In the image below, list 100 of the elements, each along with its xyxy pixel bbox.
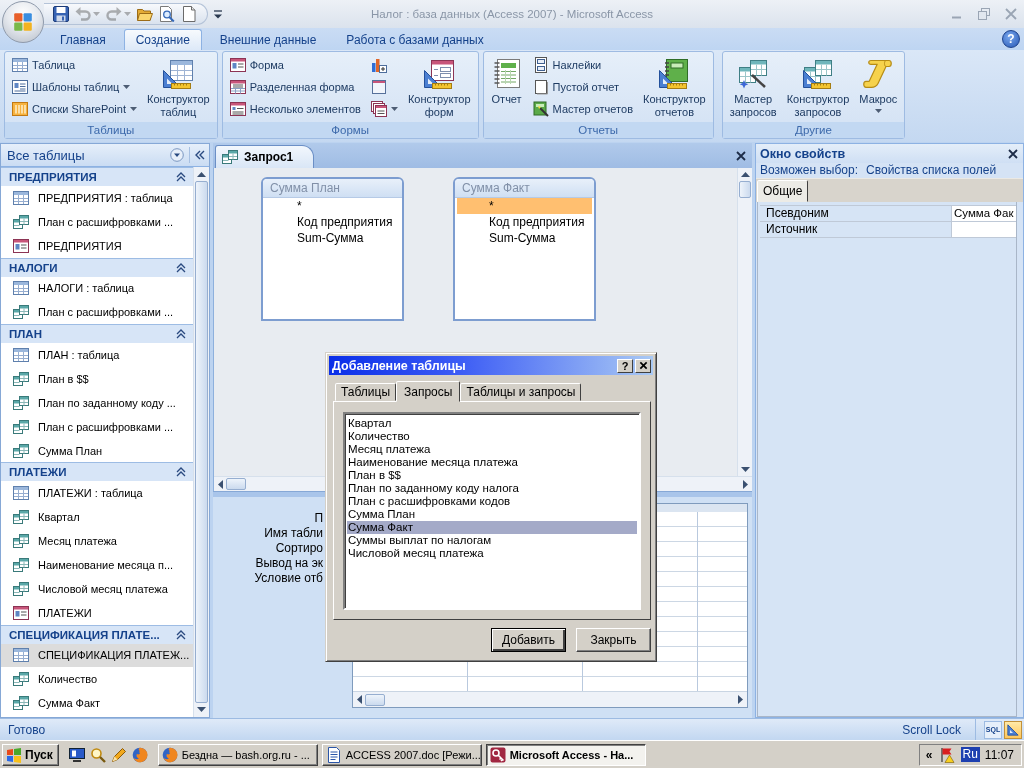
ribbon-tab[interactable]: Внешние данные bbox=[207, 29, 329, 50]
magnifier-page-icon[interactable] bbox=[159, 6, 175, 22]
close-button[interactable] bbox=[635, 358, 651, 373]
warning-flag-icon[interactable] bbox=[939, 746, 956, 763]
property-value-field[interactable] bbox=[952, 222, 1016, 237]
nav-pane-title[interactable]: Все таблицы bbox=[7, 147, 165, 163]
dialog-tab[interactable]: Таблицы и запросы bbox=[460, 383, 582, 401]
list-item[interactable]: Наименование месяца платежа bbox=[347, 456, 637, 469]
list-item[interactable]: План по заданному коду налога bbox=[347, 482, 637, 495]
nav-item[interactable]: Количество bbox=[1, 667, 193, 692]
scrollbar-thumb[interactable] bbox=[739, 181, 751, 198]
field-list[interactable]: Сумма Факт * Код предприятия Sum-Сумма bbox=[453, 177, 596, 321]
right-arrow-icon[interactable] bbox=[738, 695, 743, 704]
ribbon-button[interactable] bbox=[368, 98, 400, 120]
dialog-tab[interactable]: Запросы bbox=[396, 381, 461, 402]
ribbon-button[interactable]: Форма bbox=[227, 54, 363, 76]
property-value-field[interactable]: Сумма Фак bbox=[952, 206, 1016, 221]
monitor-icon[interactable] bbox=[68, 746, 85, 763]
ribbon-tab[interactable]: Создание bbox=[123, 29, 202, 50]
ribbon-tab[interactable]: Главная bbox=[48, 29, 118, 50]
document-tab[interactable]: Запрос1 bbox=[215, 145, 315, 168]
nav-item[interactable]: План с расшифровками ... bbox=[1, 209, 193, 234]
list-item[interactable]: Числовой месяц платежа bbox=[347, 547, 637, 560]
nav-item[interactable]: План с расшифровками ... bbox=[1, 300, 193, 325]
close-icon[interactable] bbox=[1008, 148, 1018, 159]
list-item[interactable]: Суммы выплат по налогам bbox=[347, 534, 637, 547]
double-chevron-up-icon[interactable] bbox=[176, 262, 186, 273]
nav-item[interactable]: План в $$ bbox=[1, 367, 193, 391]
scrollbar[interactable] bbox=[353, 691, 747, 707]
dialog-button[interactable]: Добавить bbox=[491, 628, 566, 652]
list-item[interactable]: Количество bbox=[347, 430, 637, 443]
blank-page-icon[interactable] bbox=[181, 6, 197, 22]
ribbon-button[interactable]: Макрос bbox=[857, 54, 900, 113]
ribbon-button[interactable]: Шаблоны таблиц bbox=[10, 76, 139, 98]
ribbon-button[interactable]: Конструктор запросов bbox=[784, 54, 852, 119]
ribbon-button[interactable]: Мастер запросов bbox=[727, 54, 779, 119]
group-header[interactable]: ПРЕДПРИЯТИЯ bbox=[1, 167, 193, 186]
field-item[interactable]: Sum-Сумма bbox=[457, 230, 592, 246]
dialog-button[interactable]: Закрыть bbox=[576, 628, 651, 652]
ribbon-button[interactable]: Конструктор таблиц bbox=[145, 54, 212, 119]
nav-item[interactable]: ПЛАТЕЖИ bbox=[1, 600, 193, 625]
folder-icon[interactable] bbox=[137, 6, 153, 22]
ribbon-button[interactable]: Наклейки bbox=[530, 54, 635, 76]
pencil-icon[interactable] bbox=[110, 746, 127, 763]
ribbon-button[interactable]: Мастер отчетов bbox=[530, 98, 635, 120]
left-arrow-icon[interactable] bbox=[357, 695, 362, 704]
property-tab[interactable]: Общие bbox=[757, 180, 809, 202]
nav-item[interactable]: ПЛАТЕЖИ : таблица bbox=[1, 481, 193, 506]
double-chevron-up-icon[interactable] bbox=[176, 172, 186, 182]
nav-item[interactable]: План с расшифровками ... bbox=[1, 414, 193, 439]
ribbon-button[interactable]: Разделенная форма bbox=[227, 76, 363, 98]
scrollbar-thumb[interactable] bbox=[365, 693, 385, 706]
scrollbar[interactable] bbox=[737, 168, 752, 476]
help-button[interactable]: ? bbox=[617, 358, 633, 373]
left-arrow-icon[interactable] bbox=[218, 479, 223, 489]
field-item[interactable]: Код предприятия bbox=[457, 214, 592, 230]
right-arrow-icon[interactable] bbox=[743, 479, 748, 489]
nav-item[interactable]: ПРЕДПРИЯТИЯ : таблица bbox=[1, 186, 193, 210]
dialog-tab[interactable]: Таблицы bbox=[335, 383, 396, 401]
list-item[interactable]: План с расшифровками кодов bbox=[347, 495, 637, 508]
down-arrow-icon[interactable] bbox=[740, 467, 750, 472]
double-chevron-up-icon[interactable] bbox=[176, 329, 186, 340]
list-item[interactable]: План в $$ bbox=[347, 469, 637, 482]
nav-item[interactable]: ПЛАН : таблица bbox=[1, 343, 193, 368]
up-arrow-icon[interactable] bbox=[740, 172, 750, 177]
design-view-button[interactable] bbox=[1004, 720, 1022, 739]
field-list[interactable]: Сумма План * Код предприятия Sum-Сумма bbox=[261, 177, 404, 321]
up-arrow-icon[interactable] bbox=[197, 172, 206, 177]
dropdown-icon[interactable] bbox=[170, 148, 184, 162]
ribbon-tab[interactable]: Работа с базами данных bbox=[334, 29, 496, 50]
group-header[interactable]: СПЕЦИФИКАЦИЯ ПЛАТЕ... bbox=[1, 624, 193, 644]
field-item[interactable]: Sum-Сумма bbox=[265, 230, 400, 246]
taskbar-button[interactable]: ACCESS 2007.doc [Режи... bbox=[321, 743, 482, 766]
nav-item[interactable]: ПРЕДПРИЯТИЯ bbox=[1, 233, 193, 258]
ribbon-button[interactable]: Несколько элементов bbox=[227, 98, 363, 120]
double-chevron-up-icon[interactable] bbox=[176, 467, 186, 478]
scrollbar[interactable] bbox=[193, 167, 209, 717]
show-hidden-icons-button[interactable]: « bbox=[923, 747, 935, 762]
list-item[interactable]: Месяц платежа bbox=[347, 443, 637, 456]
group-header[interactable]: ПЛАН bbox=[1, 324, 193, 344]
ribbon-button[interactable]: Списки SharePoint bbox=[10, 98, 139, 120]
nav-item[interactable]: Месяц платежа bbox=[1, 529, 193, 553]
ribbon-button[interactable]: Конструктор форм bbox=[405, 54, 473, 119]
ribbon-button[interactable]: Конструктор отчетов bbox=[641, 54, 708, 119]
nav-item[interactable]: Сумма Факт bbox=[1, 691, 193, 716]
field-item[interactable]: * bbox=[265, 198, 400, 214]
list-box[interactable]: Квартал Количество Месяц платежа Наименование месяца платежа План в $$ План по заданному коду налога План с расшифровками кодов Сумма План Сумма Факт Суммы выплат по налогам Числовой месяц платежа bbox=[343, 412, 641, 610]
list-item[interactable]: Сумма Факт bbox=[347, 521, 637, 534]
globe-icon[interactable] bbox=[131, 746, 148, 763]
list-item[interactable]: Квартал bbox=[347, 417, 637, 430]
nav-item[interactable]: Квартал bbox=[1, 505, 193, 530]
nav-item[interactable]: План по заданному коду ... bbox=[1, 390, 193, 415]
field-item[interactable]: * bbox=[457, 198, 592, 214]
down-arrow-icon[interactable] bbox=[197, 707, 206, 712]
scrollbar-thumb[interactable] bbox=[226, 478, 246, 490]
language-indicator[interactable]: Ru bbox=[960, 747, 980, 762]
nav-item[interactable]: Числовой месяц платежа bbox=[1, 576, 193, 601]
list-item[interactable]: Сумма План bbox=[347, 508, 637, 521]
ribbon-button[interactable]: Отчет bbox=[488, 54, 525, 106]
close-icon[interactable] bbox=[736, 150, 746, 161]
